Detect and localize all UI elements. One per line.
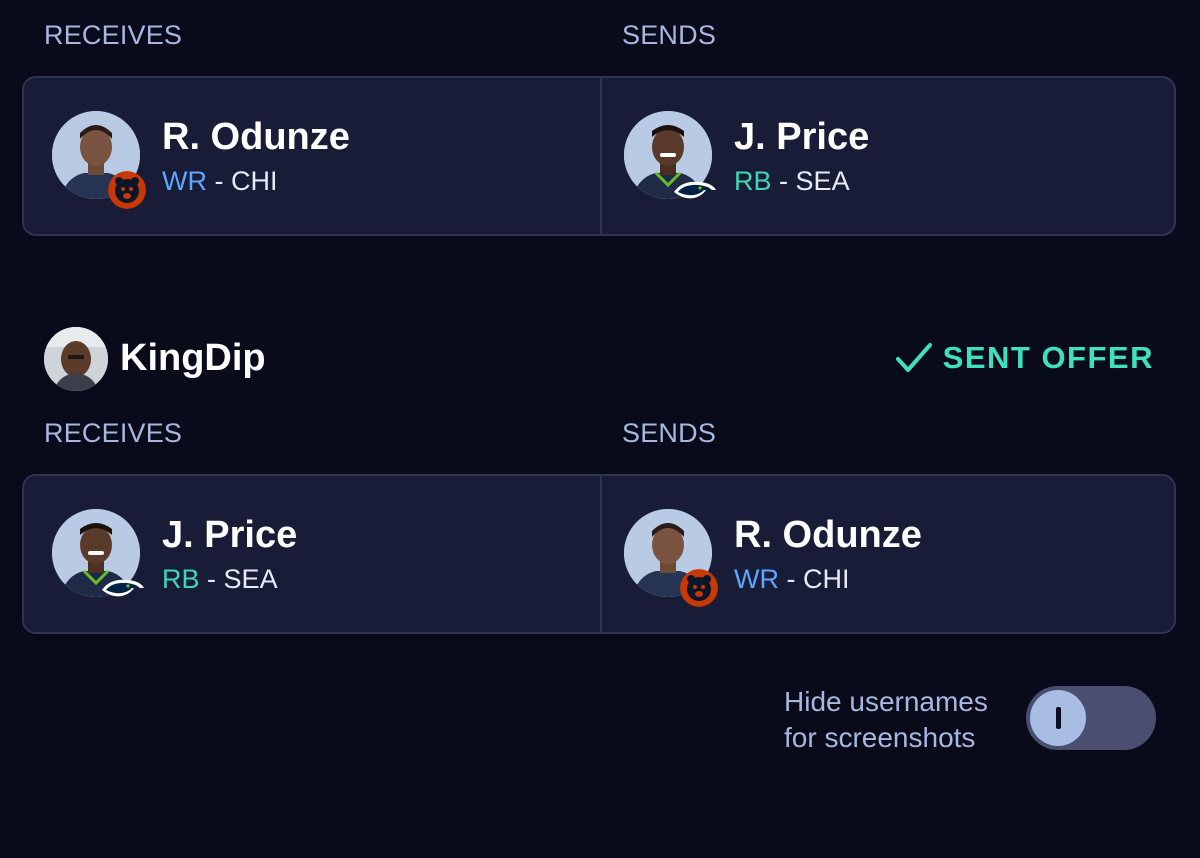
user-avatar[interactable] — [44, 327, 108, 391]
separator: - — [214, 166, 224, 196]
hide-usernames-line1: Hide usernames — [784, 686, 988, 717]
separator: - — [786, 564, 796, 594]
player-position: WR — [734, 564, 779, 594]
player-team: CHI — [803, 564, 850, 594]
trade-card[interactable]: J. Price RB - SEA R. Odunze WR - CHI — [22, 474, 1176, 634]
seahawks-logo-icon — [672, 176, 718, 206]
player-position: RB — [162, 564, 200, 594]
hide-usernames-toggle[interactable] — [1026, 686, 1156, 750]
player-team: SEA — [795, 166, 850, 196]
sent-offer-status: SENT OFFER — [895, 340, 1154, 376]
toggle-knob[interactable] — [1030, 690, 1086, 746]
trade-card[interactable]: R. Odunze WR - CHI J. Price RB - SEA — [22, 76, 1176, 236]
player-team: CHI — [231, 166, 278, 196]
sends-label: SENDS — [622, 418, 717, 448]
player-meta: WR - CHI — [162, 166, 278, 197]
hide-usernames-line2: for screenshots — [784, 722, 976, 753]
player-name: R. Odunze — [734, 514, 922, 556]
bears-logo-icon — [680, 569, 718, 607]
username: KingDip — [120, 337, 266, 379]
player-sends[interactable]: R. Odunze WR - CHI — [596, 476, 1156, 632]
hide-usernames-label: Hide usernames for screenshots — [784, 684, 988, 756]
checkmark-icon — [895, 343, 932, 372]
player-meta: RB - SEA — [162, 564, 278, 595]
bears-logo-icon — [108, 171, 146, 209]
separator: - — [779, 166, 789, 196]
player-position: WR — [162, 166, 207, 196]
player-meta: WR - CHI — [734, 564, 850, 595]
player-name: J. Price — [734, 116, 870, 158]
toggle-off-icon — [1055, 707, 1061, 729]
separator: - — [207, 564, 217, 594]
receives-label: RECEIVES — [44, 418, 183, 448]
status-text: SENT OFFER — [942, 340, 1154, 375]
seahawks-logo-icon — [100, 574, 146, 604]
player-receives[interactable]: R. Odunze WR - CHI — [24, 78, 584, 234]
player-team: SEA — [223, 564, 278, 594]
player-receives[interactable]: J. Price RB - SEA — [24, 476, 584, 632]
sends-label: SENDS — [622, 20, 717, 50]
player-meta: RB - SEA — [734, 166, 850, 197]
receives-label: RECEIVES — [44, 20, 183, 50]
player-name: R. Odunze — [162, 116, 350, 158]
player-sends[interactable]: J. Price RB - SEA — [596, 78, 1156, 234]
player-name: J. Price — [162, 514, 298, 556]
player-position: RB — [734, 166, 772, 196]
